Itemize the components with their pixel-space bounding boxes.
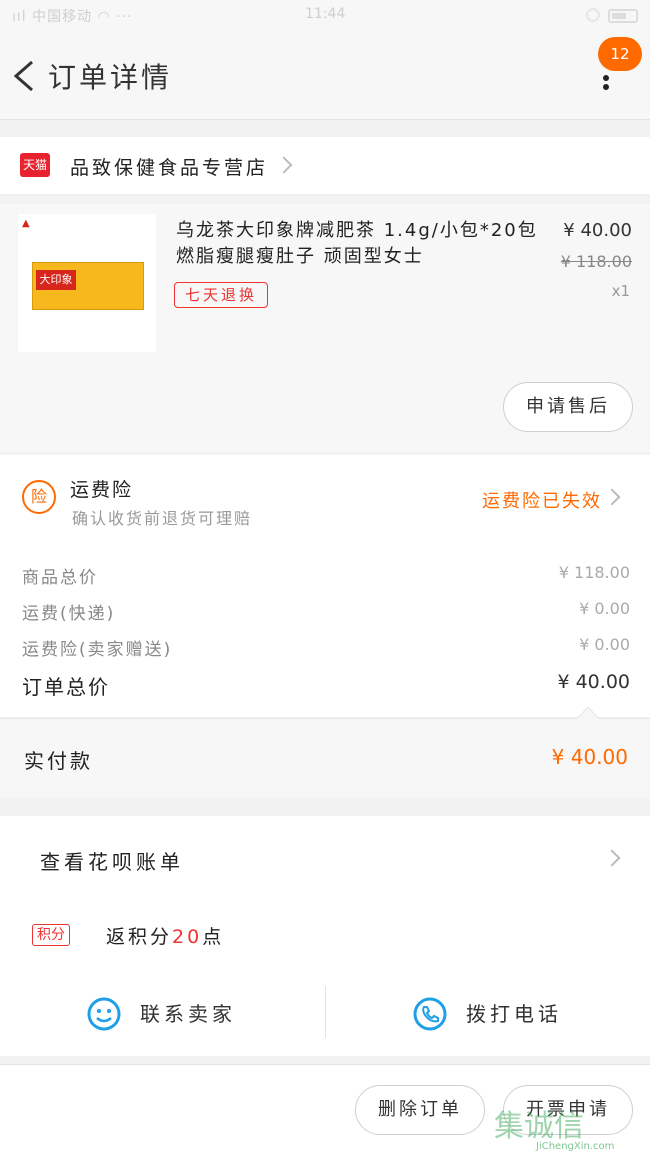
- contact-seller-button[interactable]: 联系卖家: [140, 998, 236, 1027]
- header-bar: 订单详情 12: [0, 32, 650, 120]
- summary-value: ¥ 0.00: [579, 599, 630, 618]
- contact-bar: 联系卖家 拨打电话: [0, 968, 650, 1056]
- price-summary: 商品总价 ¥ 118.00 运费(快递) ¥ 0.00 运费险(卖家赠送) ¥ …: [0, 539, 650, 717]
- points-text: 返积分20点: [106, 922, 224, 949]
- battery-icon: [608, 9, 638, 23]
- page-title: 订单详情: [48, 61, 173, 94]
- store-row[interactable]: 天猫 品致保健食品专营店: [0, 137, 650, 195]
- more-menu-icon[interactable]: [596, 72, 616, 96]
- watermark: 集诚信 JiChengXin.com: [494, 1101, 644, 1152]
- chevron-right-icon: [603, 849, 621, 867]
- chevron-right-icon: [603, 488, 621, 506]
- delete-order-button[interactable]: 删除订单: [355, 1085, 485, 1135]
- status-bar: ııl 中国移动 ◠ ··· 11:44: [0, 0, 650, 32]
- huabei-bill-label[interactable]: 查看花呗账单: [40, 846, 184, 875]
- product-image[interactable]: ▲ 大印象: [18, 214, 156, 352]
- footer-actions: 删除订单 开票申请 集诚信 JiChengXin.com: [0, 1064, 650, 1155]
- paid-amount: ¥ 40.00: [551, 745, 628, 769]
- summary-label: 运费(快递): [22, 604, 116, 624]
- summary-label: 运费险(卖家赠送): [22, 640, 173, 660]
- order-total-value: ¥ 40.00: [557, 671, 630, 693]
- summary-value: ¥ 0.00: [579, 635, 630, 654]
- huabei-bill-row[interactable]: 查看花呗账单: [0, 816, 650, 902]
- watermark-url: JiChengXin.com: [536, 1141, 615, 1152]
- phone-icon[interactable]: [412, 996, 448, 1032]
- chat-icon[interactable]: [86, 996, 122, 1032]
- call-phone-button[interactable]: 拨打电话: [466, 998, 562, 1027]
- order-total-label: 订单总价: [22, 675, 110, 699]
- points-count: 20: [172, 926, 203, 948]
- insurance-icon: 险: [22, 480, 56, 514]
- insurance-subtitle: 确认收货前退货可理赔: [72, 509, 253, 528]
- points-prefix: 返积分: [106, 926, 173, 948]
- alarm-icon: [586, 8, 600, 22]
- paid-amount-row: 实付款 ¥ 40.00: [0, 706, 650, 798]
- points-row: 积分 返积分20点: [0, 902, 650, 968]
- product-item[interactable]: ▲ 大印象 乌龙茶大印象牌减肥茶 1.4g/小包*20包燃脂瘦腿瘦肚子 顽固型女…: [0, 204, 650, 452]
- points-suffix: 点: [202, 926, 225, 948]
- shipping-insurance-row[interactable]: 险 运费险 确认收货前退货可理赔 运费险已失效: [0, 455, 650, 539]
- product-quantity: x1: [611, 282, 630, 300]
- chevron-right-icon: [275, 156, 293, 174]
- after-sale-button[interactable]: 申请售后: [503, 382, 633, 432]
- insurance-title: 运费险: [70, 479, 134, 501]
- product-price: ¥ 40.00: [563, 220, 632, 241]
- points-tag: 积分: [32, 924, 70, 946]
- carrier-text: ııl 中国移动 ◠ ···: [12, 9, 133, 25]
- clock-text: 11:44: [305, 6, 346, 22]
- divider: [325, 986, 326, 1038]
- watermark-text: 集诚信: [494, 1109, 584, 1144]
- insurance-status[interactable]: 运费险已失效: [482, 487, 602, 513]
- message-badge[interactable]: 12: [598, 37, 642, 71]
- paid-label: 实付款: [24, 749, 93, 773]
- tmall-logo: 天猫: [20, 153, 50, 177]
- brand-logo-icon: ▲: [22, 218, 30, 229]
- back-arrow-icon[interactable]: [10, 58, 38, 94]
- product-original-price: ¥ 118.00: [560, 252, 632, 271]
- product-brand-text: 大印象: [36, 270, 76, 290]
- store-name[interactable]: 品致保健食品专营店: [70, 153, 268, 180]
- return-policy-badge: 七天退换: [174, 282, 269, 308]
- summary-label: 商品总价: [22, 568, 98, 588]
- product-title[interactable]: 乌龙茶大印象牌减肥茶 1.4g/小包*20包燃脂瘦腿瘦肚子 顽固型女士: [176, 218, 548, 270]
- summary-value: ¥ 118.00: [558, 563, 630, 582]
